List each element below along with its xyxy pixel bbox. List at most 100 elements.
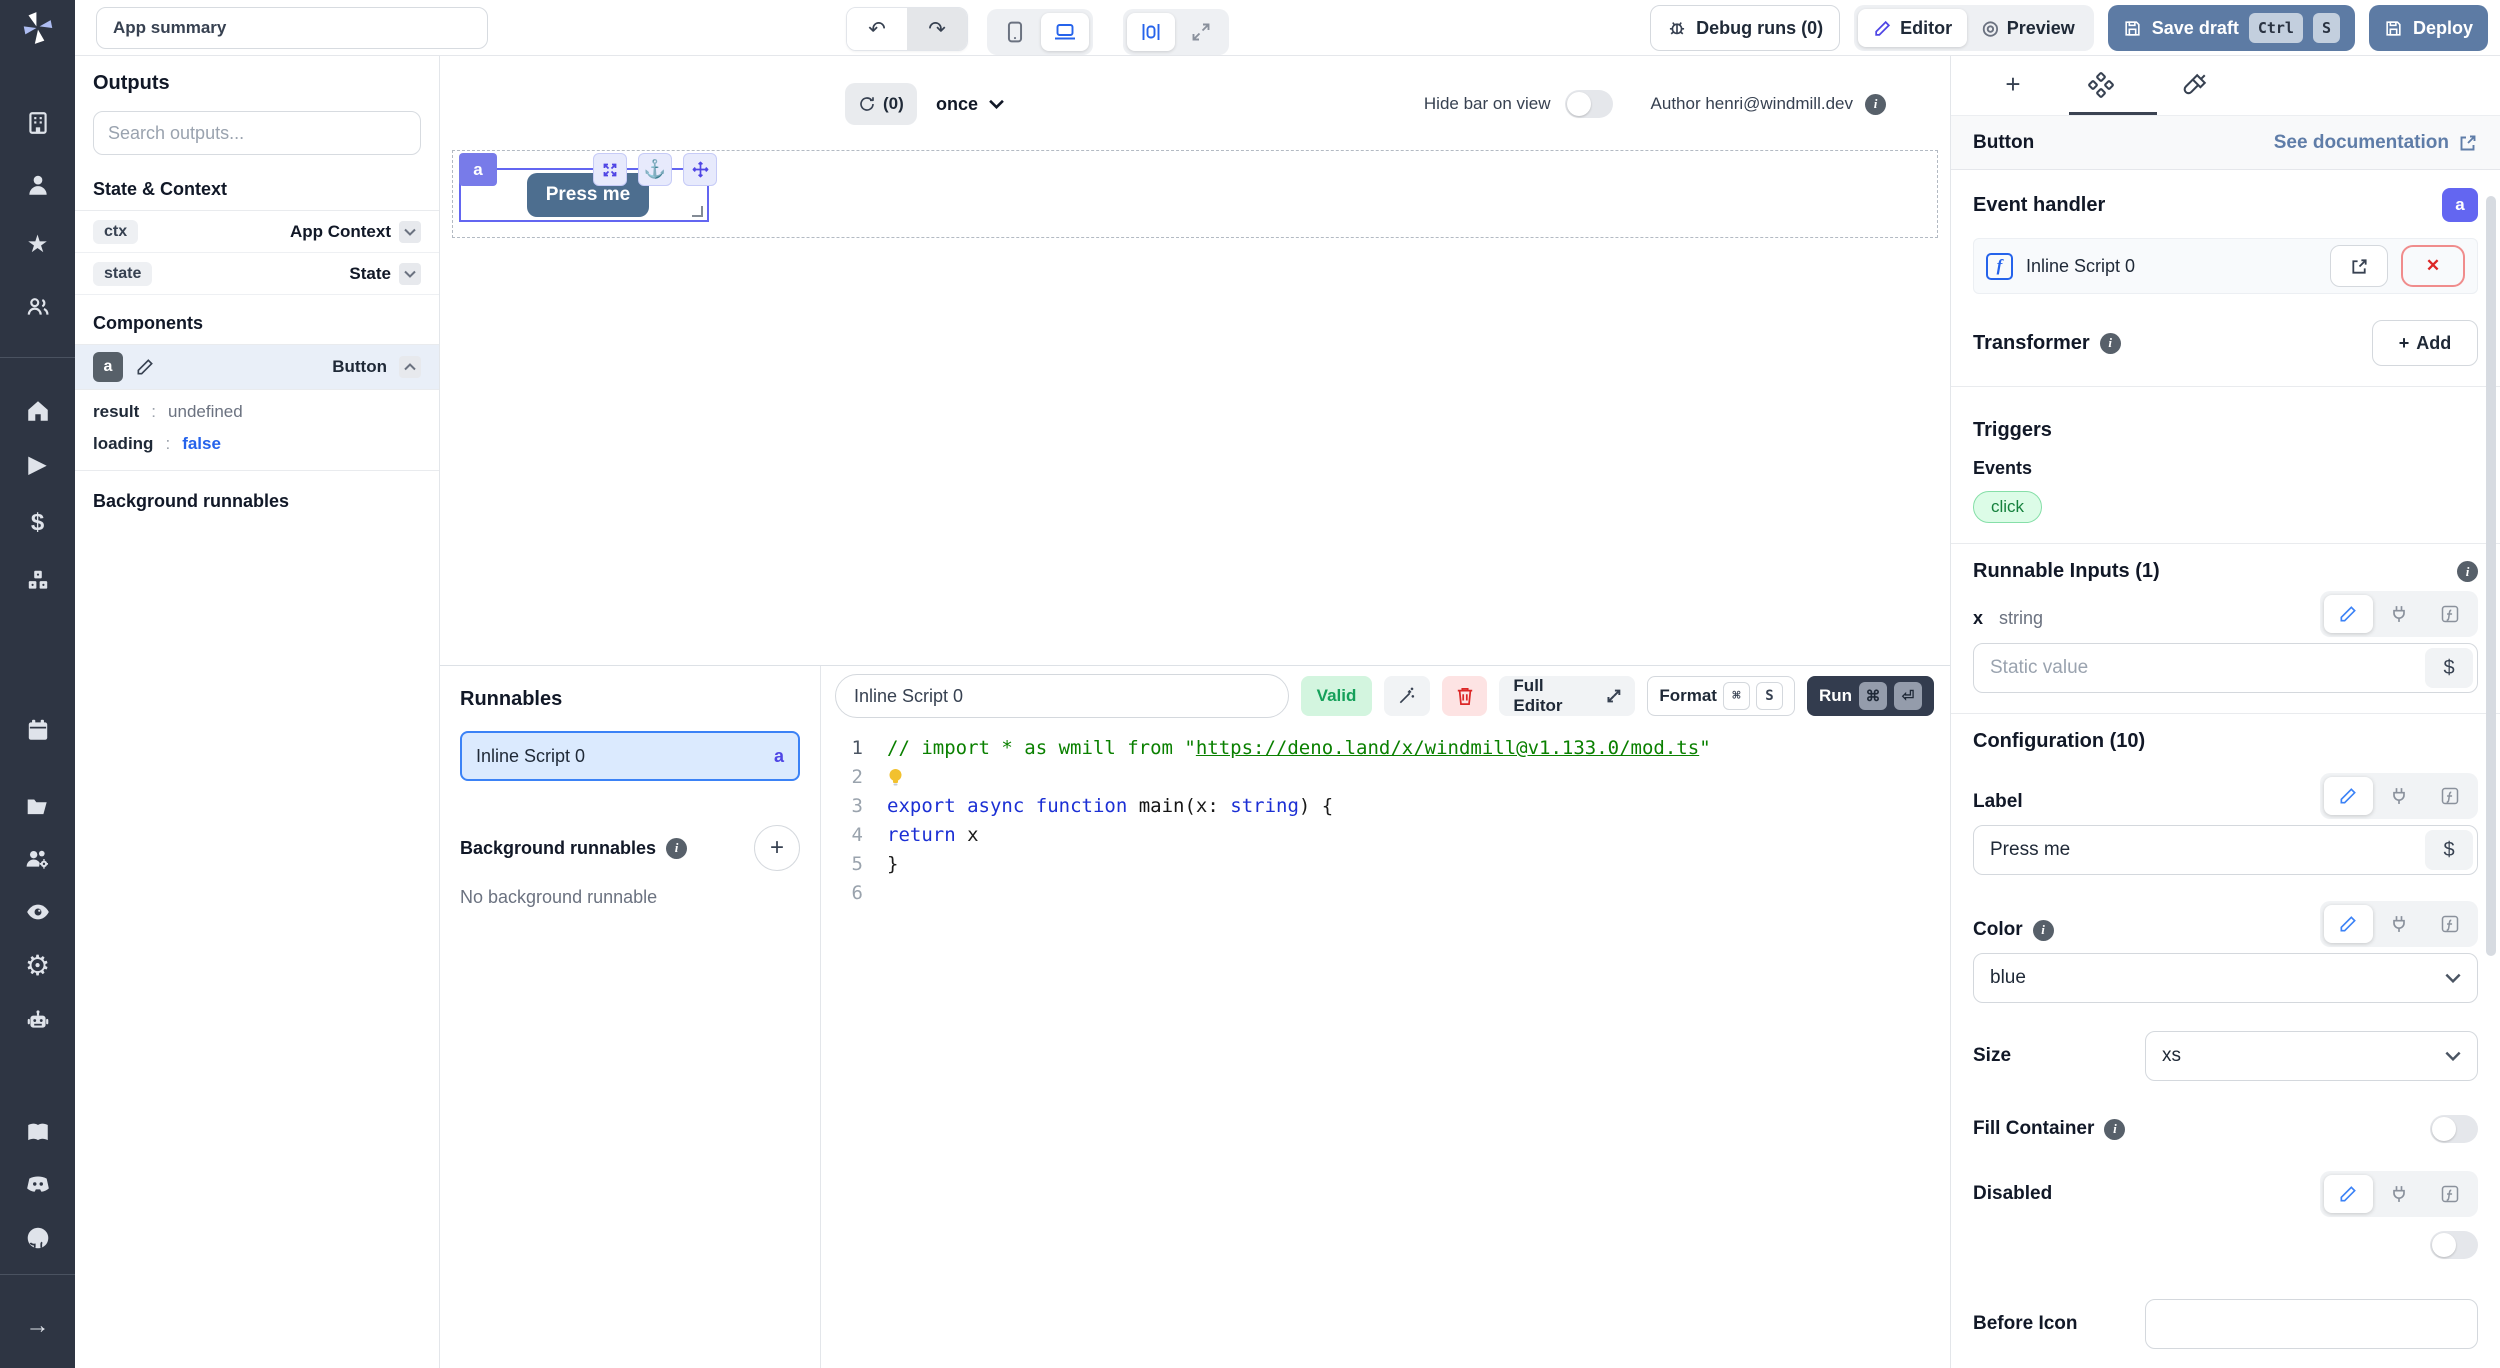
info-icon[interactable]: i [2104,1119,2125,1140]
connect-mode-plug-icon[interactable] [2375,595,2424,633]
info-icon[interactable]: i [2457,561,2478,582]
users-icon[interactable] [0,284,75,330]
redo-button[interactable]: ↷ [907,8,967,50]
insert-component-tab[interactable]: + [1991,56,2035,113]
home-icon[interactable] [0,388,75,434]
static-mode-pencil-icon[interactable] [2324,777,2373,815]
code-line[interactable]: 5} [821,850,1950,879]
ai-wand-button[interactable] [1384,676,1430,716]
code-line[interactable]: 1// import * as wmill from "https://deno… [821,734,1950,763]
event-handler-script-item[interactable]: f Inline Script 0 ✕ [1973,238,2478,294]
component-id-tag[interactable]: a [459,153,497,186]
delete-script-button[interactable] [1442,676,1488,716]
hide-bar-toggle[interactable] [1565,90,1613,118]
info-icon[interactable]: i [1865,94,1886,115]
app-summary-input[interactable] [96,7,488,49]
play-icon[interactable]: ▶ [0,442,75,488]
static-value-input[interactable] [1973,643,2478,693]
windmill-logo[interactable] [19,0,57,56]
code-line[interactable]: 6 [821,879,1950,908]
size-select[interactable]: xs [2145,1031,2478,1081]
disabled-toggle[interactable] [2430,1231,2478,1259]
tab-preview[interactable]: ◎ Preview [1967,9,2090,47]
info-icon[interactable]: i [2100,333,2121,354]
deploy-button[interactable]: Deploy [2369,5,2488,51]
runnable-item-inline-script-0[interactable]: Inline Script 0 a [460,731,800,781]
mobile-view-button[interactable] [991,13,1039,51]
full-editor-button[interactable]: Full Editor [1499,676,1635,716]
discord-icon[interactable] [0,1161,75,1207]
eval-mode-fx-icon[interactable] [2425,1175,2474,1213]
calendar-icon[interactable] [0,707,75,753]
static-mode-pencil-icon[interactable] [2324,905,2373,943]
connect-mode-plug-icon[interactable] [2375,905,2424,943]
tab-editor[interactable]: Editor [1858,9,1967,47]
remove-script-button[interactable]: ✕ [2401,245,2465,287]
star-icon[interactable]: ★ [0,222,75,268]
chevron-up-icon[interactable] [399,356,421,378]
building-icon[interactable] [0,100,75,146]
eval-mode-fx-icon[interactable] [2425,905,2474,943]
see-documentation-link[interactable]: See documentation [2274,132,2478,154]
eval-mode-fx-icon[interactable] [2425,777,2474,815]
gear-icon[interactable]: ⚙ [0,943,75,989]
robot-icon[interactable] [0,997,75,1043]
refresh-runnables-button[interactable]: (0) [845,83,917,125]
connect-mode-plug-icon[interactable] [2375,1175,2424,1213]
label-value-input[interactable] [1973,825,2478,875]
scrollbar-thumb[interactable] [2486,196,2496,956]
add-background-runnable-button[interactable]: + [754,825,800,871]
chevron-down-icon[interactable] [399,221,421,243]
app-canvas[interactable]: (0) once Hide bar on view Author henri@w… [440,56,1950,665]
center-align-button[interactable] [1127,13,1175,51]
eye-icon[interactable] [0,889,75,935]
lightbulb-icon[interactable] [887,763,904,792]
book-icon[interactable] [0,1109,75,1155]
anchor-handle-icon[interactable]: ⚓ [638,153,672,186]
run-button[interactable]: Run ⌘ ⏎ [1807,676,1934,716]
dollar-template-button[interactable]: $ [2425,830,2473,870]
arrow-right-icon[interactable]: → [0,1303,75,1349]
desktop-view-button[interactable] [1041,13,1089,51]
undo-button[interactable]: ↶ [847,8,907,50]
move-handle-icon[interactable] [683,153,717,186]
format-button[interactable]: Format ⌘ S [1647,676,1795,716]
component-row-a[interactable]: a Button [75,344,439,390]
expand-canvas-button[interactable] [1177,13,1225,51]
github-icon[interactable] [0,1215,75,1261]
open-script-button[interactable] [2330,245,2388,287]
expand-handle-icon[interactable] [593,153,627,186]
debug-runs-button[interactable]: Debug runs (0) [1650,5,1840,51]
chevron-down-icon[interactable] [399,263,421,285]
component-settings-tab[interactable] [2079,56,2123,113]
static-mode-pencil-icon[interactable] [2324,595,2373,633]
before-icon-select[interactable] [2145,1299,2478,1349]
connect-mode-plug-icon[interactable] [2375,777,2424,815]
script-name-input[interactable] [835,674,1289,718]
dollar-template-button[interactable]: $ [2425,648,2473,688]
user-icon[interactable] [0,162,75,208]
color-select[interactable]: blue [1973,953,2478,1003]
fill-container-toggle[interactable] [2430,1115,2478,1143]
add-transformer-button[interactable]: + Add [2372,320,2478,366]
code-line[interactable]: 2 [821,763,1950,792]
eval-mode-fx-icon[interactable] [2425,595,2474,633]
schedule-dropdown[interactable]: once [936,83,1004,125]
info-icon[interactable]: i [666,838,687,859]
pencil-icon[interactable] [135,357,155,377]
grid-row[interactable]: a ⚓ Press me [452,150,1938,238]
state-row[interactable]: state State [75,253,439,295]
code-line[interactable]: 3export async function main(x: string) { [821,792,1950,821]
save-draft-button[interactable]: Save draft Ctrl S [2108,5,2355,51]
users-gear-icon[interactable] [0,836,75,882]
ctx-row[interactable]: ctx App Context [75,211,439,253]
folder-icon[interactable] [0,783,75,829]
code-editor-content[interactable]: 1// import * as wmill from "https://deno… [821,726,1950,1368]
styling-tab[interactable] [2173,56,2217,113]
dollar-icon[interactable]: $ [0,500,75,546]
info-icon[interactable]: i [2033,920,2054,941]
code-line[interactable]: 4 return x [821,821,1950,850]
search-outputs-input[interactable] [93,111,421,155]
static-mode-pencil-icon[interactable] [2324,1175,2373,1213]
resize-handle[interactable] [692,206,703,217]
